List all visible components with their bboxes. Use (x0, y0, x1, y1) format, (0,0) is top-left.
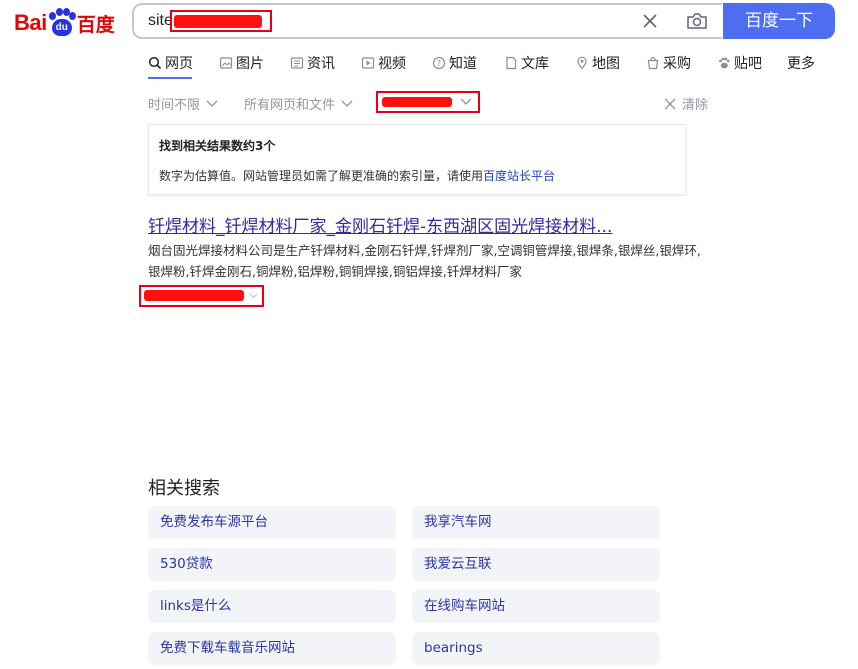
related-search-item[interactable]: 我爱云互联 (412, 548, 660, 581)
redacted-site-filter (376, 91, 480, 113)
svg-text:?: ? (437, 59, 441, 68)
tab-label: 更多 (787, 56, 815, 72)
tab-label: 知道 (449, 56, 477, 72)
tab-label: 贴吧 (734, 56, 762, 72)
result-snippet: 烟台固光焊接材料公司是生产钎焊材料,金刚石钎焊,钎焊剂厂家,空调铜管焊接,银焊条… (148, 243, 701, 279)
map-pin-icon (577, 56, 587, 70)
close-icon[interactable] (642, 13, 658, 29)
logo-text-right: 百度 (76, 13, 115, 36)
index-note: 数字为估算值。网站管理员如需了解更准确的索引量，请使用百度站长平台 (159, 167, 555, 184)
document-icon (506, 56, 517, 70)
baidu-logo[interactable]: Bai du 百度 (14, 6, 115, 40)
site-filter-dropdown[interactable] (376, 91, 480, 116)
result-count-notice: 找到相关结果数约3个 数字为估算值。网站管理员如需了解更准确的索引量，请使用百度… (148, 124, 686, 195)
video-icon (361, 57, 375, 69)
chevron-down-icon (341, 100, 353, 107)
tab-tieba[interactable]: 贴吧 (717, 53, 762, 73)
chevron-down-icon (460, 98, 472, 105)
clear-filters-button[interactable]: 清除 (664, 94, 708, 113)
paw-logo-icon: du (48, 8, 76, 38)
tab-map[interactable]: 地图 (575, 53, 620, 73)
tab-images[interactable]: 图片 (219, 53, 264, 73)
tab-web[interactable]: 网页 (148, 53, 193, 73)
tab-label: 采购 (663, 56, 691, 72)
tab-video[interactable]: 视频 (361, 53, 406, 73)
related-search-item[interactable]: 免费下载车载音乐网站 (148, 632, 396, 665)
redacted-result-url[interactable] (139, 285, 264, 307)
related-search-item[interactable]: bearings (412, 632, 660, 665)
close-icon (664, 98, 676, 109)
result-count-text: 找到相关结果数约3个 (159, 139, 276, 153)
related-search-item[interactable]: 530贷款 (148, 548, 396, 581)
redacted-query-box (170, 10, 272, 32)
tab-zhidao[interactable]: ? 知道 (432, 53, 477, 73)
time-filter-label: 时间不限 (148, 98, 201, 113)
search-box (132, 3, 722, 39)
tab-label: 文库 (521, 56, 549, 72)
image-icon (219, 57, 233, 69)
tab-label: 网页 (165, 56, 193, 72)
related-searches-heading: 相关搜索 (148, 478, 220, 499)
tab-label: 地图 (592, 56, 620, 72)
filetype-filter-dropdown[interactable]: 所有网页和文件 (244, 94, 353, 113)
shopping-bag-icon (647, 56, 659, 70)
related-search-item[interactable]: links是什么 (148, 590, 396, 623)
tab-label: 图片 (236, 56, 264, 72)
tab-label: 视频 (378, 56, 406, 72)
tab-wenku[interactable]: 文库 (504, 53, 549, 73)
index-note-text: 数字为估算值。网站管理员如需了解更准确的索引量，请使用 (159, 169, 484, 183)
chevron-down-icon (249, 293, 258, 299)
paw-icon (719, 57, 730, 69)
chevron-down-icon (206, 100, 218, 107)
search-submit-button[interactable]: 百度一下 (723, 3, 835, 39)
tab-more[interactable]: 更多 (787, 53, 815, 73)
question-icon: ? (432, 56, 446, 70)
active-tab-indicator (148, 77, 192, 79)
result-title-link[interactable]: 钎焊材料_钎焊材料厂家_金刚石钎焊-东西湖区固光焊接材料... (148, 212, 612, 237)
tab-news[interactable]: 资讯 (290, 53, 335, 73)
camera-icon[interactable] (686, 12, 708, 30)
webmaster-platform-link[interactable]: 百度站长平台 (483, 169, 555, 183)
filetype-filter-label: 所有网页和文件 (244, 98, 336, 113)
time-filter-dropdown[interactable]: 时间不限 (148, 94, 218, 113)
news-icon (290, 57, 304, 69)
search-icon (148, 56, 162, 70)
related-search-item[interactable]: 我享汽车网 (412, 506, 660, 539)
tab-purchase[interactable]: 采购 (646, 53, 691, 73)
tab-label: 资讯 (307, 56, 335, 72)
logo-text-left: Bai (14, 10, 47, 35)
related-search-item[interactable]: 在线购车网站 (412, 590, 660, 623)
related-search-item[interactable]: 免费发布车源平台 (148, 506, 396, 539)
clear-filters-label: 清除 (682, 98, 709, 113)
paw-logo-text: du (51, 19, 72, 36)
